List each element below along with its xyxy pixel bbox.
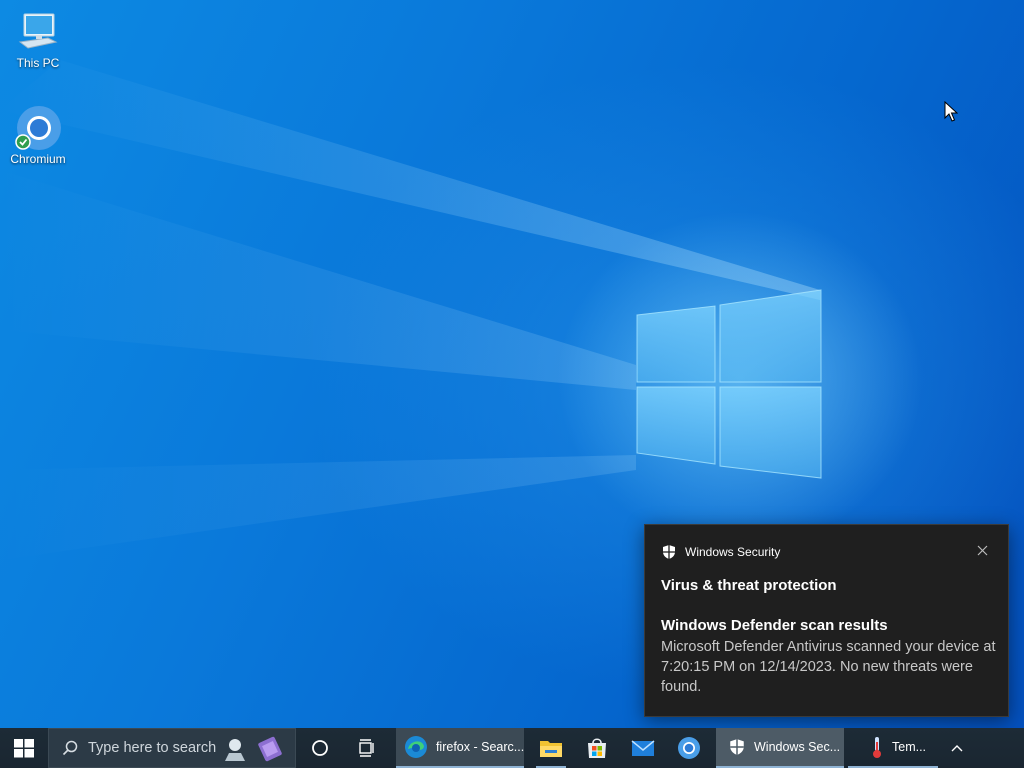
cortana-icon bbox=[312, 740, 328, 756]
chevron-up-icon bbox=[951, 745, 963, 752]
desktop-icon-chromium[interactable]: Chromium bbox=[2, 104, 74, 166]
task-view-icon bbox=[359, 739, 374, 757]
taskbar-app-label: Tem... bbox=[892, 740, 927, 754]
taskbar-app-firefox-search[interactable]: firefox - Searc... bbox=[396, 728, 524, 768]
show-hidden-icons-button[interactable] bbox=[938, 728, 976, 768]
taskbar: Type here to search firefox - Searc... W… bbox=[0, 728, 1024, 768]
taskbar-mail[interactable] bbox=[620, 728, 666, 768]
desktop[interactable]: This PC Chromium Windows Security Virus bbox=[0, 0, 1024, 728]
taskbar-app-label: Windows Sec... bbox=[754, 740, 841, 754]
cortana-button[interactable] bbox=[296, 728, 344, 768]
toast-app-name: Windows Security bbox=[685, 545, 781, 559]
search-placeholder: Type here to search bbox=[88, 740, 217, 756]
mail-icon bbox=[631, 740, 655, 756]
file-explorer-icon bbox=[540, 741, 562, 757]
thermometer-icon bbox=[873, 737, 881, 758]
desktop-icon-this-pc[interactable]: This PC bbox=[2, 10, 74, 70]
computer-icon bbox=[18, 13, 58, 49]
chromium-icon bbox=[15, 106, 61, 150]
search-highlight-icon bbox=[225, 736, 282, 762]
close-icon bbox=[977, 545, 987, 555]
taskbar-store[interactable] bbox=[574, 728, 620, 768]
taskbar-file-explorer[interactable] bbox=[528, 728, 574, 768]
search-icon bbox=[62, 740, 78, 756]
toast-title: Virus & threat protection bbox=[661, 577, 837, 594]
windows-start-icon bbox=[14, 739, 34, 758]
taskbar-search-box[interactable]: Type here to search bbox=[48, 728, 296, 768]
notification-toast[interactable]: Windows Security Virus & threat protecti… bbox=[644, 524, 1009, 717]
desktop-icon-label: This PC bbox=[16, 56, 60, 70]
taskbar-app-temperature[interactable]: Tem... bbox=[848, 728, 938, 768]
store-icon bbox=[588, 738, 606, 758]
windows-logo bbox=[636, 289, 822, 479]
toast-body: Microsoft Defender Antivirus scanned you… bbox=[661, 639, 996, 695]
shield-icon bbox=[730, 739, 744, 755]
mouse-pointer-icon bbox=[944, 101, 958, 122]
taskbar-app-label: firefox - Searc... bbox=[435, 740, 524, 754]
taskbar-app-windows-security[interactable]: Windows Sec... bbox=[716, 728, 844, 768]
task-view-button[interactable] bbox=[344, 728, 392, 768]
taskbar-chromium[interactable] bbox=[666, 728, 712, 768]
start-button[interactable] bbox=[0, 728, 48, 768]
desktop-icon-label: Chromium bbox=[10, 152, 66, 166]
edge-icon bbox=[404, 736, 427, 758]
chromium-icon bbox=[678, 737, 700, 759]
shield-icon bbox=[663, 545, 675, 559]
toast-subtitle: Windows Defender scan results bbox=[661, 617, 888, 634]
toast-header: Windows Security bbox=[661, 544, 780, 560]
toast-close-button[interactable] bbox=[974, 542, 990, 558]
